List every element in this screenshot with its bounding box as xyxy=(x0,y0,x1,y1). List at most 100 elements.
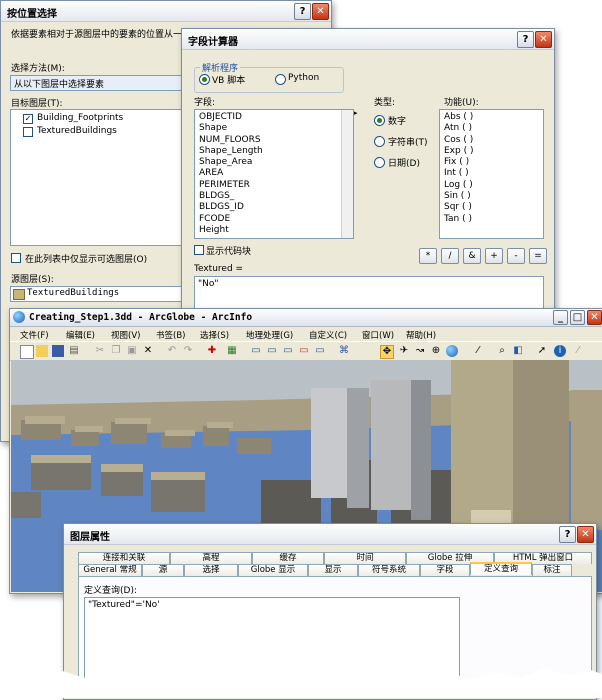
function-item[interactable]: Sqr ( ) xyxy=(440,202,473,213)
tab-elevation[interactable]: 高程 xyxy=(170,552,252,564)
vb-radio[interactable] xyxy=(199,74,210,85)
undo-icon[interactable]: ↶ xyxy=(166,345,178,357)
target-icon[interactable]: ⊕ xyxy=(430,345,442,357)
type-number-radio[interactable] xyxy=(374,115,385,126)
divide-button[interactable]: / xyxy=(441,248,459,264)
tab-globe-display[interactable]: Globe 显示 xyxy=(238,564,308,576)
help-button[interactable]: ? xyxy=(559,526,576,543)
menu-window[interactable]: 窗口(W) xyxy=(362,329,394,341)
function-item[interactable]: Log ( ) xyxy=(440,180,473,191)
cut-icon[interactable]: ✂ xyxy=(94,345,106,357)
function-item[interactable]: Exp ( ) xyxy=(440,146,473,157)
window-icon-1[interactable]: ▭ xyxy=(250,345,262,357)
function-item[interactable]: Int ( ) xyxy=(440,168,473,179)
menu-bookmarks[interactable]: 书签(B) xyxy=(156,329,185,341)
tab-definition-query[interactable]: 定义查询 xyxy=(470,562,532,575)
python-radio[interactable] xyxy=(275,74,286,85)
fly-icon[interactable]: ✈ xyxy=(398,345,410,357)
add-data-icon[interactable]: ✚ xyxy=(206,345,218,357)
field-item[interactable]: FCODE xyxy=(195,214,263,225)
tab-cache[interactable]: 缓存 xyxy=(252,552,324,564)
ampersand-button[interactable]: & xyxy=(463,248,481,264)
function-item[interactable]: Cos ( ) xyxy=(440,135,473,146)
tab-selection[interactable]: 选择 xyxy=(184,564,238,576)
tab-display[interactable]: 显示 xyxy=(308,564,358,576)
menu-edit[interactable]: 编辑(E) xyxy=(66,329,95,341)
swipe-icon[interactable]: ↝ xyxy=(414,345,426,357)
minimize-button[interactable]: _ xyxy=(553,310,568,325)
close-button[interactable]: ✕ xyxy=(312,3,329,20)
window-icon-5[interactable]: ▭ xyxy=(314,345,326,357)
menu-file[interactable]: 文件(F) xyxy=(20,329,49,341)
show-codeblock-checkbox[interactable] xyxy=(194,245,204,255)
help-button[interactable]: ? xyxy=(517,31,534,48)
only-selectable-checkbox[interactable] xyxy=(11,253,21,263)
field-item[interactable]: Shape_Length xyxy=(195,146,263,157)
print-icon[interactable]: ▤ xyxy=(68,345,80,357)
menu-customize[interactable]: 自定义(C) xyxy=(309,329,347,341)
field-item[interactable]: OBJECTID xyxy=(195,112,263,123)
fields-scrollbar[interactable] xyxy=(341,110,353,238)
maximize-button[interactable]: □ xyxy=(570,310,585,325)
type-date-radio[interactable] xyxy=(374,157,385,168)
tab-joins-relates[interactable]: 连接和关联 xyxy=(78,552,170,564)
find-icon[interactable]: ◧ xyxy=(512,345,524,357)
new-icon[interactable] xyxy=(20,345,34,359)
full-extent-icon[interactable] xyxy=(446,345,458,357)
close-button[interactable]: ✕ xyxy=(587,310,602,325)
close-button[interactable]: ✕ xyxy=(577,526,594,543)
function-item[interactable]: Abs ( ) xyxy=(440,112,473,123)
window-icon-2[interactable]: ▭ xyxy=(266,345,278,357)
field-item[interactable]: BLDGS_ xyxy=(195,191,263,202)
functions-list[interactable]: Abs ( ) Atn ( ) Cos ( ) Exp ( ) Fix ( ) Int (… xyxy=(439,109,544,239)
multiply-button[interactable]: * xyxy=(419,248,437,264)
close-button[interactable]: ✕ xyxy=(535,31,552,48)
field-item[interactable]: NUM_FLOORS xyxy=(195,135,263,146)
chart-icon[interactable]: ▦ xyxy=(226,345,238,357)
navigate-icon[interactable]: ✥ xyxy=(380,345,394,359)
menu-geoprocessing[interactable]: 地理处理(G) xyxy=(246,329,293,341)
tool-icon[interactable]: ⁄ xyxy=(572,345,584,357)
fields-list[interactable]: OBJECTID Shape NUM_FLOORS Shape_Length Shape… xyxy=(194,109,354,239)
function-item[interactable]: Fix ( ) xyxy=(440,157,473,168)
tab-time[interactable]: 时间 xyxy=(324,552,406,564)
select-arrow-icon[interactable]: ➚ xyxy=(536,345,548,357)
measure-icon[interactable]: ⁄ xyxy=(472,345,484,357)
plus-button[interactable]: + xyxy=(485,248,503,264)
redo-icon[interactable]: ↷ xyxy=(182,345,194,357)
tab-fields[interactable]: 字段 xyxy=(420,564,470,576)
info-icon[interactable]: i xyxy=(554,345,566,357)
function-item[interactable]: Sin ( ) xyxy=(440,191,473,202)
field-item[interactable]: BLDGS_ID xyxy=(195,202,263,213)
paste-icon[interactable]: ▣ xyxy=(126,345,138,357)
copy-icon[interactable]: ❐ xyxy=(110,345,122,357)
minus-button[interactable]: - xyxy=(507,248,525,264)
identify-icon[interactable]: ⌕ xyxy=(496,345,508,357)
layer-checkbox[interactable] xyxy=(23,127,33,137)
delete-icon[interactable]: ✕ xyxy=(142,345,154,357)
window-icon-3[interactable]: ▭ xyxy=(282,345,294,357)
tab-source[interactable]: 源 xyxy=(142,564,184,576)
field-item[interactable]: Shape xyxy=(195,123,263,134)
layer-checkbox[interactable]: ✓ xyxy=(23,114,33,124)
type-string-radio[interactable] xyxy=(374,136,385,147)
menu-view[interactable]: 视图(V) xyxy=(111,329,140,341)
help-button[interactable]: ? xyxy=(294,3,311,20)
field-item[interactable]: PERIMETER xyxy=(195,180,263,191)
menu-help[interactable]: 帮助(H) xyxy=(406,329,436,341)
query-label: 定义查询(D): xyxy=(84,586,137,596)
catalog-icon[interactable]: ⌘ xyxy=(338,345,350,357)
tab-general[interactable]: General 常规 xyxy=(78,564,142,576)
function-item[interactable]: Tan ( ) xyxy=(440,214,473,225)
equals-button[interactable]: = xyxy=(529,248,547,264)
tab-labels[interactable]: 标注 xyxy=(532,564,572,576)
tab-symbology[interactable]: 符号系统 xyxy=(358,564,420,576)
field-item[interactable]: AREA xyxy=(195,168,263,179)
open-folder-icon[interactable] xyxy=(36,345,48,357)
field-item[interactable]: Shape_Area xyxy=(195,157,263,168)
window-icon-4[interactable]: ▭ xyxy=(298,345,310,357)
menu-selection[interactable]: 选择(S) xyxy=(200,329,229,341)
save-icon[interactable] xyxy=(52,345,64,357)
field-item[interactable]: Height xyxy=(195,225,263,236)
function-item[interactable]: Atn ( ) xyxy=(440,123,473,134)
